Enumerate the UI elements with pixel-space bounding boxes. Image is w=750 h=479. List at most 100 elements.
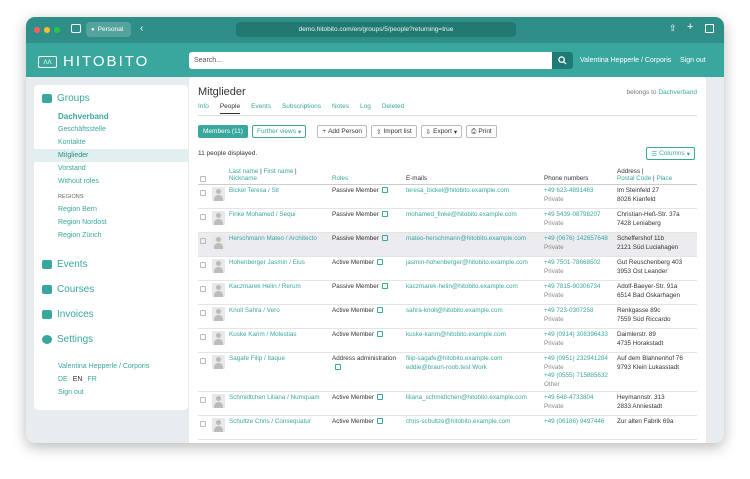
table-row[interactable]: Bickel Teresa / Sit Passive Member teresa_…	[198, 184, 697, 209]
row-checkbox[interactable]	[200, 358, 206, 364]
tab-events[interactable]: Events	[251, 103, 271, 114]
edit-role-icon[interactable]	[377, 331, 383, 337]
email-link[interactable]: chris-schultze@hitobito.example.com	[406, 418, 510, 425]
email-link[interactable]: kuske-karim@hitobito.example.com	[406, 331, 506, 338]
phone-link-secondary[interactable]: +49 (0555) 715885632	[544, 372, 608, 379]
email-link[interactable]: teresa_bickel@hitobito.example.com	[406, 187, 509, 194]
person-name-link[interactable]: Herschmann Mateo / Architecto	[229, 235, 317, 242]
export-dropdown[interactable]: ⇩ Export ▾	[420, 125, 463, 138]
edit-role-icon[interactable]	[377, 259, 383, 265]
add-person-button[interactable]: + Add Person	[317, 125, 368, 138]
logo[interactable]: ΛΛ HITOBITO	[38, 53, 149, 70]
sort-first-name[interactable]: First name	[264, 168, 294, 175]
email-link[interactable]: kaczmarek-helin@hitobito.example.com	[406, 283, 518, 290]
row-checkbox[interactable]	[200, 310, 206, 316]
tab-notes[interactable]: Notes	[332, 103, 349, 114]
tab-subscriptions[interactable]: Subscriptions	[282, 103, 321, 114]
further-views-dropdown[interactable]: Further views ▾	[251, 125, 307, 138]
edit-role-icon[interactable]	[335, 363, 341, 370]
phone-link[interactable]: +49 623-4891463	[544, 187, 594, 194]
sidebar-item-kontakte[interactable]: Kontakte	[34, 136, 188, 149]
person-name-link[interactable]: Bickel Teresa / Sit	[229, 187, 279, 194]
edit-role-icon[interactable]	[381, 187, 388, 193]
lang-de[interactable]: DE	[58, 373, 68, 386]
sort-roles[interactable]: Roles	[332, 175, 348, 182]
search-input[interactable]: Search...	[189, 52, 552, 69]
profile-tab[interactable]: ● Personal	[86, 22, 131, 37]
phone-link[interactable]: +49 7501-78668502	[544, 259, 601, 266]
sidebar-item-region-nordost[interactable]: Region Nordost	[34, 216, 188, 229]
email-link[interactable]: filip-sagafe@hitobito.example.com	[406, 355, 502, 362]
lang-en[interactable]: EN	[73, 373, 83, 386]
import-list-button[interactable]: ⇧ Import list	[371, 125, 417, 138]
tab-overview-icon[interactable]	[705, 24, 714, 33]
table-row[interactable]: Schmidtchen Liliana / Numquam Active Memb…	[198, 391, 697, 416]
tab-info[interactable]: Info	[198, 103, 209, 114]
sidebar-item-vorstand[interactable]: Vorstand	[34, 162, 188, 175]
sidebar-user-link[interactable]: Valentina Hepperle / Corporis	[34, 360, 188, 373]
nav-courses[interactable]: Courses	[34, 277, 188, 302]
row-checkbox[interactable]	[200, 421, 206, 427]
columns-dropdown[interactable]: ☰ Columns ▾	[646, 147, 695, 160]
email-link[interactable]: liliana_schmidtchen@hitobito.example.com	[406, 394, 527, 401]
sidebar-toggle-icon[interactable]	[71, 24, 81, 33]
person-name-link[interactable]: Knoll Sahra / Vero	[229, 307, 280, 314]
search-button[interactable]	[552, 52, 573, 69]
table-row[interactable]: Kuske Karim / Molestias Active Member kusk…	[198, 328, 697, 353]
sort-postal-code[interactable]: Postal Code	[617, 175, 651, 182]
person-name-link[interactable]: Kuske Karim / Molestias	[229, 331, 297, 338]
tab-log[interactable]: Log	[360, 103, 371, 114]
person-name-link[interactable]: Kaczmarek Helin / Rerum	[229, 283, 301, 290]
sort-place[interactable]: Place	[656, 175, 672, 182]
table-row[interactable]: Finke Mohamed / Sequi Passive Member moham…	[198, 208, 697, 233]
email-link[interactable]: mateo-herschmann@hitobito.example.com	[406, 235, 526, 242]
edit-role-icon[interactable]	[377, 394, 383, 400]
select-all-checkbox[interactable]	[200, 176, 206, 182]
minimize-dot-icon[interactable]	[44, 27, 50, 33]
phone-link[interactable]: +49 (06186) 9497446	[544, 418, 604, 425]
person-name-link[interactable]: Schultze Chris / Consequatur	[229, 418, 311, 425]
row-checkbox[interactable]	[200, 214, 206, 220]
sidebar-item-without-roles[interactable]: Without roles	[34, 175, 188, 188]
edit-role-icon[interactable]	[377, 307, 383, 313]
phone-link[interactable]: +49 5439-08798207	[544, 211, 601, 218]
table-row[interactable]: Schultze Chris / Consequatur Active Membe…	[198, 415, 697, 440]
members-filter-button[interactable]: Members (11)	[198, 125, 248, 138]
sidebar-item-geschaeftsstelle[interactable]: Geschäftsstelle	[34, 123, 188, 136]
nav-events[interactable]: Events	[34, 252, 188, 277]
close-dot-icon[interactable]	[34, 27, 40, 33]
belongs-to-link[interactable]: Dachverband	[658, 89, 697, 96]
edit-role-icon[interactable]	[377, 418, 383, 424]
phone-link[interactable]: +49 723-0307258	[544, 307, 594, 314]
phone-link[interactable]: +49 (0676) 142657648	[544, 235, 608, 242]
person-name-link[interactable]: Schmidtchen Liliana / Numquam	[229, 394, 320, 401]
phone-link[interactable]: +49 (0914) 308396433	[544, 331, 608, 338]
phone-link[interactable]: +49 648-4733804	[544, 394, 594, 401]
sidebar-item-dachverband[interactable]: Dachverband	[34, 110, 188, 123]
table-row[interactable]: Kaczmarek Helin / Rerum Passive Member kac…	[198, 280, 697, 305]
sidebar-item-region-zuerich[interactable]: Region Zürich	[34, 229, 188, 242]
edit-role-icon[interactable]	[381, 235, 388, 241]
email-link[interactable]: sahra-knoll@hitobito.example.com	[406, 307, 503, 314]
sort-nickname[interactable]: Nickname	[229, 175, 257, 182]
email-link[interactable]: jasmin-hohenberger@hitobito.example.com	[406, 259, 528, 266]
tab-people[interactable]: People	[219, 103, 241, 114]
row-checkbox[interactable]	[200, 190, 206, 196]
email-link-secondary[interactable]: eddie@braun-roob.test Work	[406, 364, 487, 371]
address-bar[interactable]: demo.hitobito.com/en/groups/5/people?ret…	[236, 22, 516, 37]
sidebar-item-region-bern[interactable]: Region Bern	[34, 203, 188, 216]
sign-out-link[interactable]: Sign out	[680, 57, 706, 64]
row-checkbox[interactable]	[200, 286, 206, 292]
row-checkbox[interactable]	[200, 262, 206, 268]
edit-role-icon[interactable]	[381, 283, 388, 289]
table-row[interactable]: Knoll Sahra / Vero Active Member sahra-kno…	[198, 304, 697, 329]
person-name-link[interactable]: Sagafe Filip / Itaque	[229, 355, 285, 362]
row-checkbox[interactable]	[200, 334, 206, 340]
email-link[interactable]: mohamed_finke@hitobito.example.com	[406, 211, 517, 218]
zoom-dot-icon[interactable]	[54, 27, 60, 33]
phone-link[interactable]: +49 (0951) 232941284	[544, 355, 608, 362]
lang-fr[interactable]: FR	[87, 373, 96, 386]
share-icon[interactable]: ⇧	[669, 23, 677, 34]
tab-deleted[interactable]: Deleted	[382, 103, 404, 114]
row-checkbox[interactable]	[200, 397, 206, 403]
